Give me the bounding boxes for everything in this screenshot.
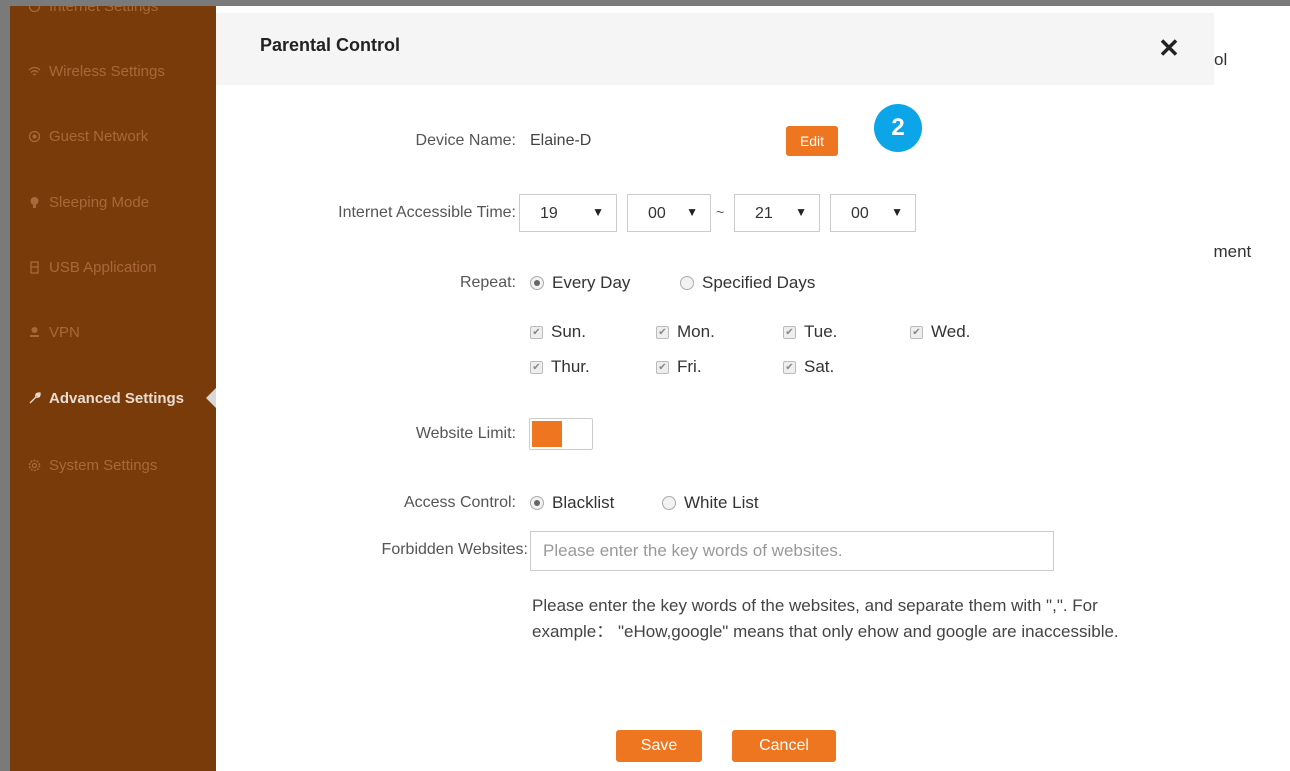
forbidden-websites-input[interactable] [530,531,1054,571]
radio-label: Every Day [552,273,631,292]
day-label: Wed. [931,322,971,341]
day-label: Mon. [677,322,715,341]
end-minute-value: 00 [851,205,869,222]
start-minute-select[interactable]: 00 ▼ [627,194,711,232]
sidebar-item-label: USB Application [49,259,157,276]
radio-label: Blacklist [552,493,615,512]
sidebar-item-label: Internet Settings [49,6,159,15]
radio-selected-icon [530,276,544,290]
time-label: Internet Accessible Time: [338,204,516,221]
save-button[interactable]: Save [616,730,702,762]
day-checkbox-fri[interactable]: ✔ Fri. [656,357,702,377]
repeat-every-day-radio[interactable]: Every Day [530,273,630,293]
checkmark-icon: ✔ [656,325,669,339]
forbidden-websites-label: Forbidden Websites: [381,541,528,558]
access-blacklist-radio[interactable]: Blacklist [530,493,614,513]
step-number: 2 [874,104,922,152]
forbidden-websites-help: Please enter the key words of the websit… [532,596,1119,641]
end-hour-select[interactable]: 21 ▼ [734,194,820,232]
day-checkbox-thur[interactable]: ✔ Thur. [530,357,590,377]
sidebar-item-vpn[interactable]: VPN [28,324,80,341]
checkmark-icon: ✔ [783,325,796,339]
dialog-title: Parental Control [260,35,401,55]
day-label: Thur. [551,357,590,376]
day-label: Tue. [804,322,838,341]
sidebar-item-usb-application[interactable]: USB Application [28,259,157,276]
sidebar-item-label: VPN [49,324,80,341]
sidebar-item-label: Wireless Settings [49,63,165,80]
bulb-icon [28,196,41,209]
sidebar-item-sleeping-mode[interactable]: Sleeping Mode [28,194,149,211]
globe-icon [28,6,41,13]
repeat-specified-days-radio[interactable]: Specified Days [680,273,815,293]
day-checkbox-mon[interactable]: ✔ Mon. [656,322,715,342]
cancel-button[interactable]: Cancel [732,730,836,762]
sidebar-item-wireless-settings[interactable]: Wireless Settings [28,63,165,80]
radio-unselected-icon [680,276,694,290]
day-label: Sat. [804,357,835,376]
sidebar-item-label: System Settings [49,457,158,474]
sidebar-item-label: Sleeping Mode [49,194,150,211]
caret-down-icon: ▼ [795,205,807,219]
caret-down-icon: ▼ [686,205,698,219]
sidebar: Internet Settings Wireless Settings Gues… [10,6,216,771]
step-number-badge: 2 [862,92,934,164]
device-name-value: Elaine-D [530,132,592,149]
day-checkbox-sat[interactable]: ✔ Sat. [783,357,834,377]
radio-selected-icon [530,496,544,510]
time-separator: ~ [716,204,725,220]
toggle-on-fill [532,421,562,447]
guest-icon [28,130,41,143]
close-icon[interactable]: ✕ [1154,33,1184,63]
website-limit-label: Website Limit: [415,425,516,442]
toggle-knob [562,421,590,447]
device-name-label: Device Name: [415,132,516,149]
day-checkbox-sun[interactable]: ✔ Sun. [530,322,586,342]
radio-unselected-icon [662,496,676,510]
start-hour-select[interactable]: 19 ▼ [519,194,617,232]
caret-down-icon: ▼ [592,205,604,219]
sidebar-item-guest-network[interactable]: Guest Network [28,128,148,145]
repeat-label: Repeat: [459,274,516,291]
sidebar-item-system-settings[interactable]: System Settings [28,457,157,474]
gear-icon [28,459,41,472]
access-whitelist-radio[interactable]: White List [662,493,759,513]
day-label: Fri. [677,357,702,376]
parental-control-dialog: Parental Control ✕ 2 Device Name: Elaine… [216,13,1214,771]
sidebar-item-label: Guest Network [49,128,149,145]
background-text-fragment: ol [1214,50,1228,69]
checkmark-icon: ✔ [656,360,669,374]
usb-icon [28,261,41,274]
radio-label: White List [684,493,759,512]
end-hour-value: 21 [755,205,773,222]
wifi-icon [28,65,41,78]
day-label: Sun. [551,322,586,341]
website-limit-toggle[interactable] [529,418,593,450]
day-checkbox-tue[interactable]: ✔ Tue. [783,322,837,342]
access-control-label: Access Control: [403,494,516,511]
checkmark-icon: ✔ [910,325,923,339]
dialog-header: Parental Control ✕ [216,13,1214,85]
sidebar-item-advanced-settings[interactable]: Advanced Settings [28,390,184,407]
end-minute-select[interactable]: 00 ▼ [830,194,916,232]
caret-down-icon: ▼ [891,205,903,219]
wrench-icon [28,392,41,405]
day-checkbox-wed[interactable]: ✔ Wed. [910,322,970,342]
checkmark-icon: ✔ [530,360,543,374]
checkmark-icon: ✔ [530,325,543,339]
checkmark-icon: ✔ [783,360,796,374]
radio-label: Specified Days [702,273,816,292]
start-minute-value: 00 [648,205,666,222]
sidebar-item-label: Advanced Settings [49,390,185,407]
start-hour-value: 19 [540,205,558,222]
vpn-icon [28,326,41,339]
sidebar-item-internet-settings[interactable]: Internet Settings [28,6,158,15]
edit-button[interactable]: Edit [786,126,838,156]
